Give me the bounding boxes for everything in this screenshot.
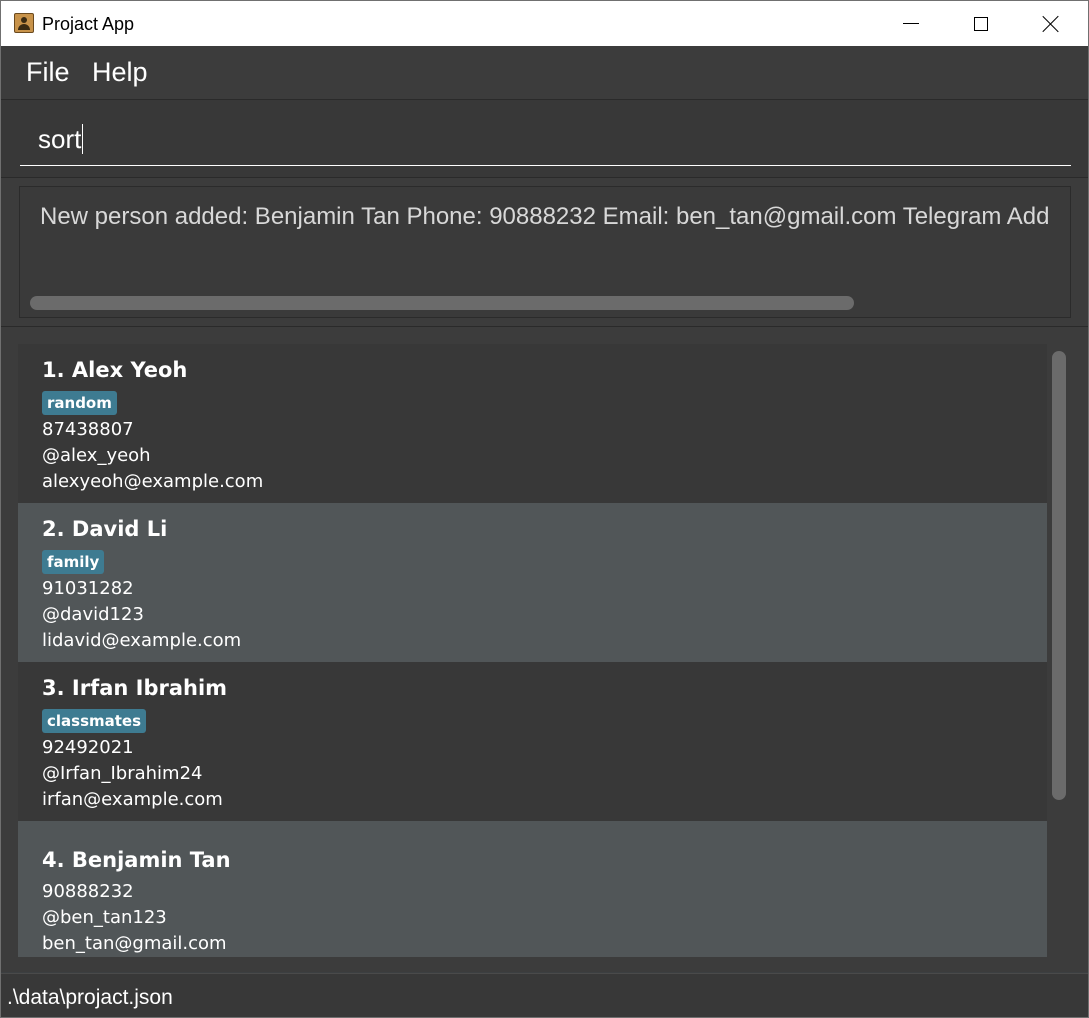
person-name: 1. Alex Yeoh	[42, 358, 188, 382]
window-title: Projact App	[42, 14, 135, 34]
address-book-icon	[14, 13, 34, 33]
minimize-icon	[903, 23, 919, 24]
person-telegram: @alex_yeoh	[42, 445, 151, 466]
result-display[interactable]: New person added: Benjamin Tan Phone: 90…	[19, 186, 1071, 318]
person-card[interactable]: 4. Benjamin Tan 90888232 @ben_tan123 ben…	[18, 821, 1047, 957]
close-button[interactable]	[1016, 1, 1086, 46]
text-caret	[82, 124, 84, 154]
command-box-area: sort	[1, 100, 1088, 178]
menu-bar: File Help	[1, 46, 1088, 100]
minimize-button[interactable]	[876, 1, 946, 46]
save-file-path: .\data\projact.json	[7, 986, 173, 1009]
person-phone: 90888232	[42, 881, 134, 902]
person-phone: 91031282	[42, 578, 134, 599]
result-message: New person added: Benjamin Tan Phone: 90…	[40, 203, 1050, 230]
title-bar: Projact App	[1, 1, 1088, 46]
close-icon	[1042, 15, 1060, 33]
result-display-area: New person added: Benjamin Tan Phone: 90…	[1, 178, 1088, 327]
person-name: 2. David Li	[42, 517, 168, 541]
menu-file[interactable]: File	[22, 56, 74, 88]
tag-badge: random	[42, 391, 117, 415]
person-list[interactable]: 1. Alex Yeoh random 87438807 @alex_yeoh …	[18, 344, 1047, 957]
status-bar: .\data\projact.json	[1, 973, 1088, 1017]
person-phone: 87438807	[42, 419, 134, 440]
person-email: irfan@example.com	[42, 789, 223, 810]
person-name: 4. Benjamin Tan	[42, 848, 231, 872]
vertical-scrollbar[interactable]	[1052, 351, 1066, 800]
horizontal-scrollbar[interactable]	[30, 296, 854, 310]
maximize-icon	[974, 16, 988, 31]
person-telegram: @ben_tan123	[42, 907, 167, 928]
person-phone: 92492021	[42, 737, 134, 758]
person-card[interactable]: 2. David Li family 91031282 @david123 li…	[18, 503, 1047, 662]
person-list-area: 1. Alex Yeoh random 87438807 @alex_yeoh …	[1, 327, 1088, 972]
person-email: lidavid@example.com	[42, 630, 242, 651]
person-card[interactable]: 3. Irfan Ibrahim classmates 92492021 @Ir…	[18, 662, 1047, 821]
person-card[interactable]: 1. Alex Yeoh random 87438807 @alex_yeoh …	[18, 344, 1047, 503]
tag-badge: family	[42, 550, 105, 574]
maximize-button[interactable]	[946, 1, 1016, 46]
tag-badge: classmates	[42, 709, 147, 733]
command-input[interactable]: sort	[20, 113, 1071, 166]
person-telegram: @david123	[42, 604, 144, 625]
person-name: 3. Irfan Ibrahim	[42, 676, 228, 700]
person-email: alexyeoh@example.com	[42, 471, 264, 492]
person-telegram: @Irfan_Ibrahim24	[42, 763, 203, 784]
command-input-text: sort	[38, 123, 82, 154]
app-window: Projact App File Help sort New person ad…	[0, 0, 1089, 1018]
menu-help[interactable]: Help	[88, 56, 152, 88]
person-email: ben_tan@gmail.com	[42, 933, 227, 954]
